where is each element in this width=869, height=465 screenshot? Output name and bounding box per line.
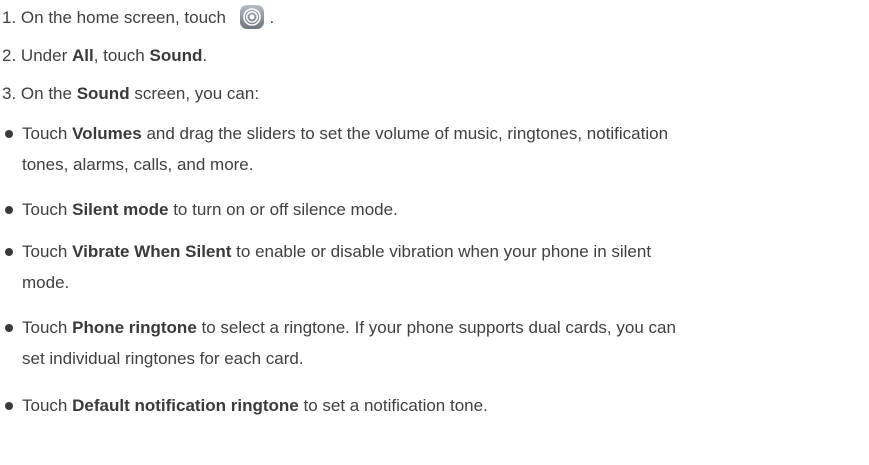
menu-sound-label: Sound <box>149 46 203 65</box>
screen-sound-label: Sound <box>76 84 130 103</box>
bullet-dot-icon <box>5 248 13 256</box>
bullet-text: and drag the sliders to set the volume o… <box>146 124 669 143</box>
option-silent-mode-label: Silent mode <box>72 200 169 219</box>
step-text: On the <box>20 84 72 103</box>
bullet-volumes: Touch Volumes and drag the sliders to se… <box>2 118 859 180</box>
step-number: 1. <box>2 8 17 27</box>
bullet-text: Touch <box>22 124 68 143</box>
option-volumes-label: Volumes <box>72 124 142 143</box>
bullet-notification-ringtone: Touch Default notification ringtone to s… <box>2 390 859 421</box>
bullet-silent-mode: Touch Silent mode to turn on or off sile… <box>2 194 859 225</box>
step-text-end: . <box>202 46 208 65</box>
bullet-text: tones, alarms, calls, and more. <box>22 155 254 174</box>
option-phone-ringtone-label: Phone ringtone <box>72 318 197 337</box>
settings-gear-icon <box>239 4 265 30</box>
bullet-text: Touch <box>22 200 68 219</box>
menu-all-label: All <box>71 46 94 65</box>
step-3: 3. On the Sound screen, you can: <box>2 78 859 109</box>
bullet-text: Touch <box>22 318 68 337</box>
option-vibrate-label: Vibrate When Silent <box>72 242 232 261</box>
step-text-end: screen, you can: <box>134 84 260 103</box>
bullet-dot-icon <box>5 324 13 332</box>
bullet-dot-icon <box>5 130 13 138</box>
bullet-text: to enable or disable vibration when your… <box>236 242 652 261</box>
bullet-dot-icon <box>5 206 13 214</box>
bullet-phone-ringtone: Touch Phone ringtone to select a rington… <box>2 312 859 374</box>
option-notification-ringtone-label: Default notification ringtone <box>72 396 299 415</box>
step-number: 3. <box>2 84 17 103</box>
bullet-text: to turn on or off silence mode. <box>173 200 398 219</box>
step-text: On the home screen, touch <box>20 8 226 27</box>
bullet-vibrate: Touch Vibrate When Silent to enable or d… <box>2 236 859 298</box>
bullet-text: set individual ringtones for each card. <box>22 349 304 368</box>
step-text: , touch <box>93 46 145 65</box>
step-2: 2. Under All, touch Sound. <box>2 40 859 71</box>
bullet-text: to select a ringtone. If your phone supp… <box>201 318 676 337</box>
step-1: 1. On the home screen, touch . <box>2 2 859 33</box>
step-text: Under <box>20 46 68 65</box>
step-text-end: . <box>269 8 275 27</box>
bullet-text: to set a notification tone. <box>303 396 488 415</box>
step-number: 2. <box>2 46 17 65</box>
bullet-text: Touch <box>22 396 68 415</box>
bullet-text: mode. <box>22 273 70 292</box>
bullet-dot-icon <box>5 402 13 410</box>
bullet-text: Touch <box>22 242 68 261</box>
